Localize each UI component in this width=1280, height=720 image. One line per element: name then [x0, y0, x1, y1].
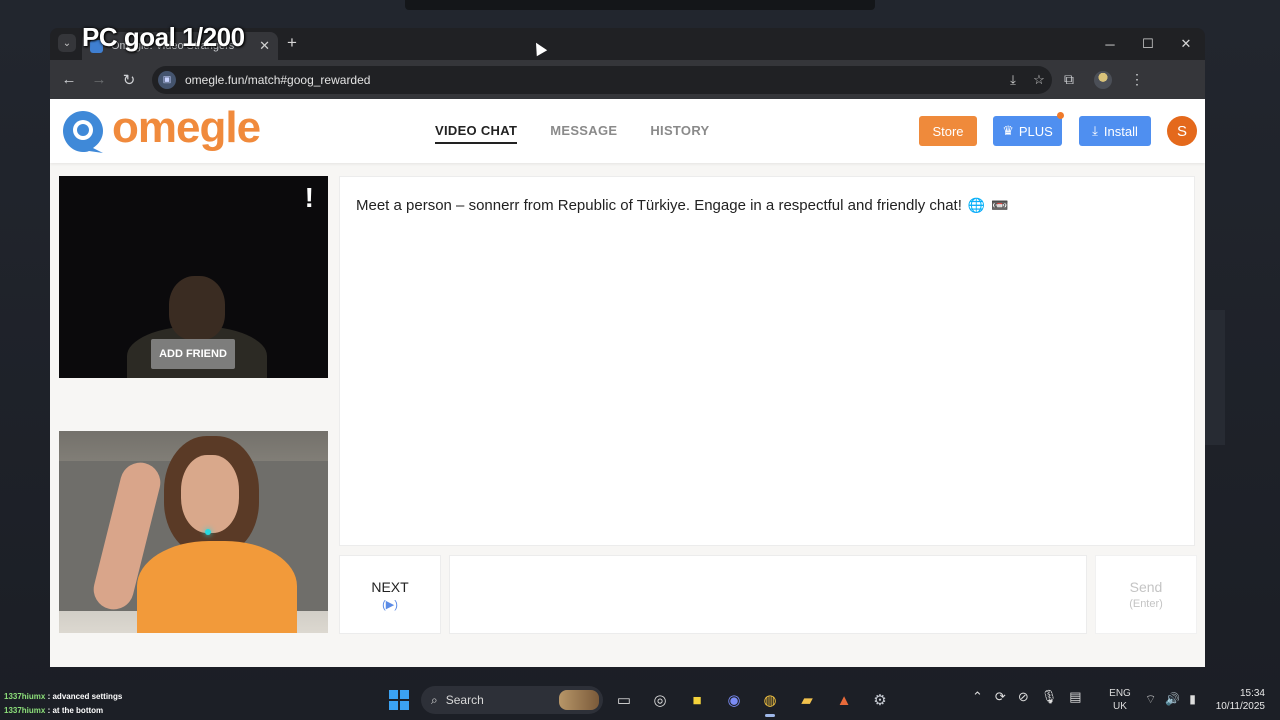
site-header: omegle VIDEO CHAT MESSAGE HISTORY Store … — [50, 99, 1205, 163]
browser-window: ⌄ Omegle: Video Strangers ✕ + ─ ☐ ✕ ← → … — [50, 28, 1205, 667]
url-text[interactable]: omegle.fun/match#goog_rewarded — [185, 73, 1000, 87]
stream-chat-line: 1337hiumx : at the bottom — [4, 704, 304, 718]
chat-text: : at the bottom — [47, 706, 104, 715]
bookmark-star-icon[interactable]: ☆ — [1026, 72, 1052, 88]
omegle-logo-text[interactable]: omegle — [112, 103, 261, 153]
notification-dot — [1057, 112, 1064, 119]
sync-icon[interactable]: ⟳ — [995, 689, 1006, 705]
send-button[interactable]: Send (Enter) — [1095, 555, 1197, 634]
store-label: Store — [932, 123, 964, 139]
task-view-icon[interactable]: ▭ — [613, 689, 635, 711]
site-info-icon[interactable]: ▣ — [158, 70, 176, 89]
clock[interactable]: 15:34 10/11/2025 — [1208, 687, 1265, 713]
profile-avatar-icon[interactable] — [1094, 70, 1112, 89]
keyboard-layout: UK — [1113, 701, 1127, 712]
next-hint: (▶) — [382, 598, 398, 611]
plus-label: PLUS — [1018, 123, 1053, 139]
search-label: Search — [445, 693, 484, 707]
settings-gear-icon[interactable]: ⚙ — [869, 689, 891, 711]
system-message: Meet a person – sonnerr from Republic of… — [356, 197, 1009, 214]
stranger-video: ! ADD FRIEND — [59, 176, 328, 378]
nav-video-chat[interactable]: VIDEO CHAT — [435, 123, 518, 144]
maximize-icon[interactable]: ☐ — [1129, 28, 1167, 60]
search-highlight-image — [559, 690, 599, 710]
add-friend-button[interactable]: ADD FRIEND — [151, 339, 235, 369]
user-avatar[interactable]: S — [1167, 116, 1197, 146]
browser-toolbar: ← → ↻ ▣ omegle.fun/match#goog_rewarded ⤓… — [50, 60, 1205, 99]
tab-search-icon[interactable]: ⌄ — [58, 34, 76, 52]
omegle-page: omegle VIDEO CHAT MESSAGE HISTORY Store … — [50, 99, 1205, 667]
crown-icon: ♛ — [1002, 123, 1014, 138]
self-video — [59, 431, 328, 633]
install-label: Install — [1103, 123, 1138, 139]
chat-username: 1337hiumx — [4, 692, 46, 701]
extensions-icon[interactable]: ⧉ — [1052, 71, 1086, 88]
send-hint: (Enter) — [1129, 598, 1163, 610]
next-button[interactable]: NEXT (▶) — [339, 555, 441, 634]
discord-icon[interactable]: ◉ — [723, 689, 745, 711]
language-code: ENG — [1109, 688, 1131, 699]
report-icon[interactable]: ! — [305, 182, 314, 214]
stranger-face — [169, 276, 225, 340]
chat-text: : advanced settings — [47, 692, 123, 701]
stream-chat-overlay: 1337hiumx : advanced settings 1337hiumx … — [4, 690, 304, 718]
screen-share-icon[interactable]: ▤ — [1069, 689, 1081, 705]
site-nav: VIDEO CHAT MESSAGE HISTORY — [435, 123, 710, 144]
self-face — [181, 455, 239, 533]
quick-settings[interactable]: ⌔ 🔊 ▮ — [1145, 692, 1196, 707]
clock-date: 10/11/2025 — [1215, 701, 1265, 712]
browser-menu-icon[interactable]: ⋮ — [1120, 71, 1154, 88]
file-explorer-icon[interactable]: ▰ — [796, 689, 818, 711]
battery-icon: ▮ — [1189, 692, 1196, 706]
plus-button[interactable]: ♛ PLUS — [993, 112, 1064, 146]
microphone-icon[interactable]: 🎙 — [1041, 689, 1058, 705]
close-tab-icon[interactable]: ✕ — [259, 38, 270, 54]
chat-username: 1337hiumx — [4, 706, 46, 715]
store-button[interactable]: Store — [919, 116, 977, 146]
close-window-icon[interactable]: ✕ — [1167, 28, 1205, 60]
search-icon: ⌕ — [431, 692, 438, 707]
tray-chevron-icon[interactable]: ⌃ — [972, 689, 983, 705]
steam-icon[interactable]: ◎ — [649, 689, 671, 711]
language-indicator[interactable]: ENG UK — [1108, 687, 1132, 713]
sticky-notes-icon[interactable]: ■ — [686, 689, 708, 711]
system-tray: ⌃ ⟳ ⊘ 🎙 ▤ — [972, 689, 1082, 705]
chrome-icon[interactable]: ◍ — [759, 689, 781, 717]
system-message-text: Meet a person – sonnerr from Republic of… — [356, 197, 962, 214]
chat-log: Meet a person – sonnerr from Republic of… — [339, 176, 1195, 546]
background-window — [405, 0, 875, 10]
clock-time: 15:34 — [1239, 688, 1265, 699]
minimize-icon[interactable]: ─ — [1091, 28, 1129, 60]
back-icon[interactable]: ← — [54, 65, 84, 95]
send-label: Send — [1129, 579, 1163, 595]
forward-icon[interactable]: → — [84, 65, 114, 95]
stream-goal-overlay: PC goal 1/200 — [82, 22, 245, 52]
taskbar-search[interactable]: ⌕ Search — [421, 686, 603, 714]
omegle-logo-icon[interactable] — [59, 107, 107, 155]
download-icon: ⤓ — [1092, 123, 1098, 138]
nav-message[interactable]: MESSAGE — [550, 123, 617, 144]
video-cassette-icon: 📼 — [991, 197, 1009, 213]
self-shirt — [137, 541, 297, 633]
background-window-edge — [1205, 310, 1225, 445]
reload-icon[interactable]: ↻ — [114, 65, 144, 95]
install-button[interactable]: ⤓ Install — [1079, 116, 1151, 146]
app-icon[interactable]: ▲ — [833, 689, 855, 711]
stream-chat-line: 1337hiumx : advanced settings — [4, 690, 304, 704]
volume-icon: 🔊 — [1165, 692, 1181, 706]
nav-history[interactable]: HISTORY — [650, 123, 709, 144]
next-label: NEXT — [371, 578, 409, 595]
install-app-icon[interactable]: ⤓ — [1000, 72, 1026, 88]
message-input[interactable] — [449, 555, 1087, 634]
windows-start-icon[interactable] — [389, 690, 409, 710]
wifi-icon: ⌔ — [1145, 692, 1157, 706]
headset-light — [205, 529, 211, 535]
globe-icon: 🌐 — [967, 197, 986, 213]
address-bar[interactable]: ▣ omegle.fun/match#goog_rewarded ⤓ ☆ — [152, 65, 1052, 94]
camera-off-icon[interactable]: ⊘ — [1018, 689, 1029, 705]
window-controls: ─ ☐ ✕ — [1091, 28, 1205, 60]
new-tab-button[interactable]: + — [287, 33, 297, 53]
